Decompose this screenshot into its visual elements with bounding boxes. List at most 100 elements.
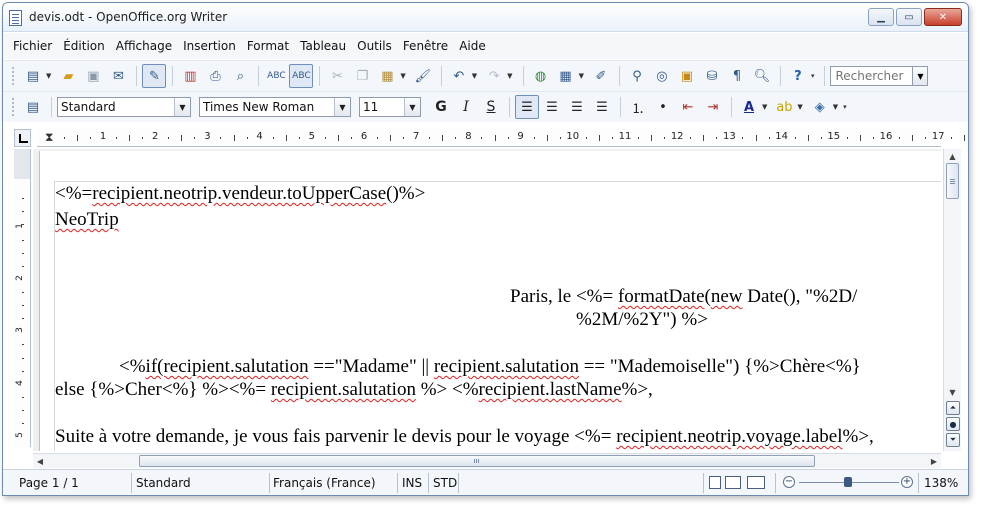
align-left-icon[interactable]: ☰ (515, 95, 539, 119)
menu-insertion[interactable]: Insertion (183, 39, 236, 53)
horizontal-scrollbar[interactable]: ◀ ▶ (33, 453, 941, 468)
next-page-icon[interactable]: ⏷ (946, 433, 960, 447)
menu-fenetre[interactable]: Fenêtre (403, 39, 448, 53)
indent-marker-icon[interactable]: ⧗ (45, 130, 53, 145)
justify-icon[interactable]: ☰ (590, 95, 614, 119)
previous-page-icon[interactable]: ⏶ (946, 401, 960, 415)
hyperlink-icon[interactable]: ◍ (529, 64, 553, 88)
paste-dropdown-arrow-icon[interactable]: ▼ (400, 72, 405, 80)
menu-tableau[interactable]: Tableau (300, 39, 346, 53)
doc-line-salutation-if[interactable]: <%if(recipient.salutation =="Madame" || … (119, 356, 861, 378)
scroll-up-icon[interactable]: ▲ (944, 149, 961, 163)
scroll-left-icon[interactable]: ◀ (33, 454, 47, 468)
export-pdf-icon[interactable]: ▥ (178, 64, 202, 88)
table-icon[interactable]: ▦ (554, 64, 578, 88)
highlighting-dropdown-arrow-icon[interactable]: ▼ (797, 103, 802, 111)
toolbar-grip[interactable] (11, 66, 15, 86)
numbering-icon[interactable]: ⒈ (626, 95, 650, 119)
vertical-scroll-thumb[interactable] (946, 163, 959, 199)
copy-icon[interactable]: ❐ (350, 64, 374, 88)
table-dropdown-arrow-icon[interactable]: ▼ (579, 72, 584, 80)
page-preview-icon[interactable]: ⌕ (228, 64, 252, 88)
search-dropdown-arrow-icon[interactable]: ▼ (912, 66, 929, 86)
horizontal-ruler[interactable]: ⧗ 1 2 3 4 5 6 7 8 9 10 11 12 13 14 15 16 17 (37, 129, 966, 147)
minimize-button[interactable]: ▁ (868, 8, 894, 26)
help-icon[interactable]: ? (786, 64, 810, 88)
scroll-right-icon[interactable]: ▶ (927, 454, 941, 468)
bullets-icon[interactable]: • (651, 95, 675, 119)
doc-line-vendeur[interactable]: <%=recipient.neotrip.vendeur.toUpperCase… (55, 183, 425, 205)
undo-icon[interactable]: ↶ (447, 64, 471, 88)
menu-outils[interactable]: Outils (357, 39, 392, 53)
find-replace-icon[interactable]: ⚲ (625, 64, 649, 88)
doc-line-salutation-else[interactable]: else {%>Cher<%} %><%= recipient.salutati… (55, 379, 653, 401)
new-document-icon[interactable]: ▤ (21, 64, 45, 88)
menu-fichier[interactable]: Fichier (13, 39, 52, 53)
redo-dropdown-arrow-icon[interactable]: ▼ (507, 72, 512, 80)
toolbar-overflow-icon[interactable]: ▾ (843, 103, 847, 111)
insert-mode[interactable]: INS (402, 476, 422, 490)
page-style[interactable]: Standard (136, 476, 191, 490)
chevron-down-icon[interactable]: ▼ (174, 98, 190, 116)
menu-aide[interactable]: Aide (459, 39, 486, 53)
menu-affichage[interactable]: Affichage (116, 39, 172, 53)
spellcheck-icon[interactable]: ABC (264, 64, 288, 88)
italic-button[interactable]: I (454, 95, 478, 119)
zoom-level[interactable]: 138% (924, 476, 958, 490)
underline-button[interactable]: S (479, 95, 503, 119)
gallery-icon[interactable]: ▣ (675, 64, 699, 88)
font-color-icon[interactable]: A (737, 95, 761, 119)
background-color-dropdown-arrow-icon[interactable]: ▼ (833, 103, 838, 111)
styles-formatting-icon[interactable]: ▤ (21, 95, 45, 119)
menu-edition[interactable]: Édition (63, 39, 105, 53)
toolbar-overflow-icon[interactable]: ▾ (811, 72, 815, 80)
align-right-icon[interactable]: ☰ (565, 95, 589, 119)
zoom-out-icon[interactable]: − (783, 476, 795, 488)
new-dropdown-arrow-icon[interactable]: ▼ (46, 72, 51, 80)
toolbar-grip[interactable] (11, 97, 15, 117)
undo-dropdown-arrow-icon[interactable]: ▼ (472, 72, 477, 80)
document-page[interactable]: <%=recipient.neotrip.vendeur.toUpperCase… (39, 151, 941, 451)
single-page-view-icon[interactable] (709, 476, 721, 489)
navigator-icon[interactable]: ◎ (650, 64, 674, 88)
page-indicator[interactable]: Page 1 / 1 (19, 476, 79, 490)
background-color-icon[interactable]: ◈ (808, 95, 832, 119)
search-input[interactable] (830, 66, 913, 86)
bold-button[interactable]: G (429, 95, 453, 119)
formatting-marks-icon[interactable]: ¶ (725, 64, 749, 88)
font-color-dropdown-arrow-icon[interactable]: ▼ (762, 103, 767, 111)
vertical-ruler[interactable]: 12345 (14, 149, 31, 447)
chevron-down-icon[interactable]: ▼ (404, 98, 420, 116)
vertical-scrollbar[interactable]: ▲ ▼ ⏶ ● ⏷ (943, 149, 961, 451)
doc-line-neotrip[interactable]: NeoTrip (55, 209, 119, 231)
font-size-select[interactable]: 11 ▼ (359, 97, 421, 117)
chevron-down-icon[interactable]: ▼ (334, 98, 350, 116)
cut-icon[interactable]: ✂ (325, 64, 349, 88)
save-icon[interactable]: ▣ (81, 64, 105, 88)
scroll-down-icon[interactable]: ▼ (944, 385, 961, 399)
zoom-in-icon[interactable]: + (901, 476, 913, 488)
align-center-icon[interactable]: ☰ (540, 95, 564, 119)
email-document-icon[interactable]: ✉ (106, 64, 130, 88)
close-button[interactable]: ✕ (924, 8, 962, 26)
language[interactable]: Français (France) (273, 476, 376, 490)
highlighting-icon[interactable]: ab (772, 95, 796, 119)
increase-indent-icon[interactable]: ⇥ (701, 95, 725, 119)
auto-spellcheck-icon[interactable]: ABC (289, 64, 314, 88)
navigation-icon[interactable]: ● (946, 417, 960, 431)
document-area[interactable]: <%=recipient.neotrip.vendeur.toUpperCase… (33, 149, 941, 451)
selection-mode[interactable]: STD (433, 476, 457, 490)
zoom-slider-handle[interactable] (844, 477, 852, 487)
clone-formatting-icon[interactable]: 🖌 (411, 64, 435, 88)
decrease-indent-icon[interactable]: ⇤ (676, 95, 700, 119)
print-icon[interactable]: ⎙ (203, 64, 227, 88)
doc-line-body[interactable]: Suite à votre demande, je vous fais parv… (55, 426, 874, 448)
tab-stop-type-button[interactable] (14, 129, 31, 147)
font-name-select[interactable]: Times New Roman ▼ (199, 97, 351, 117)
open-folder-icon[interactable]: ▰ (56, 64, 80, 88)
maximize-button[interactable]: ▭ (896, 8, 922, 26)
zoom-icon[interactable]: 🔍︎ (750, 64, 774, 88)
edit-file-icon[interactable]: ✎ (142, 64, 167, 88)
redo-icon[interactable]: ↷ (482, 64, 506, 88)
paragraph-style-select[interactable]: Standard ▼ (57, 97, 191, 117)
